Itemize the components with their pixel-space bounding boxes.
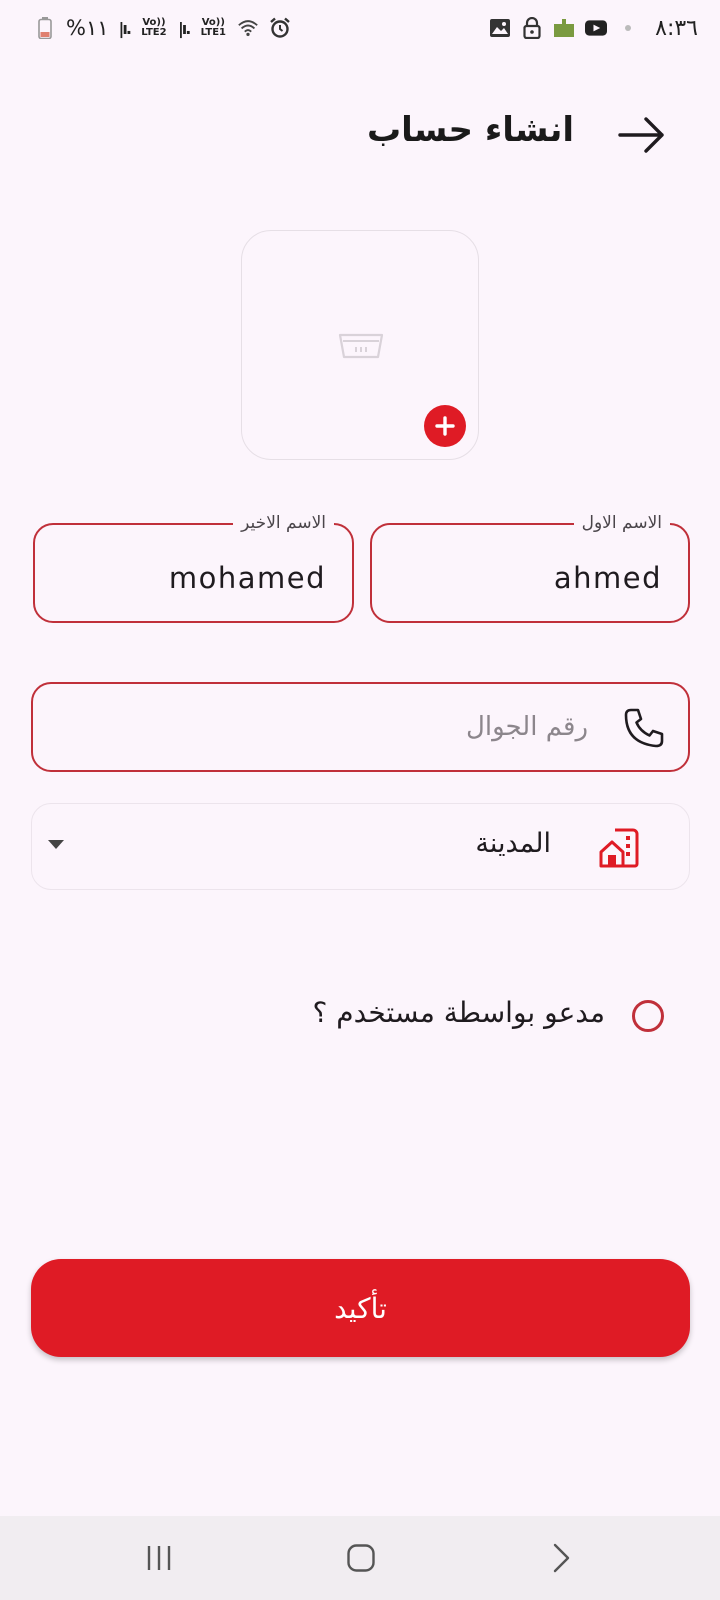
phone-field[interactable]: رقم الجوال (31, 682, 690, 772)
sim1-label: Vo)) LTE2 (141, 17, 167, 38)
app-notification-icon (553, 18, 575, 38)
invited-label: مدعو بواسطة مستخدم ؟ (312, 996, 605, 1029)
nav-back-button[interactable] (536, 1536, 586, 1580)
first-name-field[interactable]: الاسم الاول ahmed (370, 512, 690, 623)
chevron-down-icon (48, 840, 64, 849)
wifi-icon (237, 18, 259, 38)
last-name-field[interactable]: الاسم الاخير mohamed (33, 512, 354, 623)
phone-icon (624, 708, 664, 748)
signal-icon: |ı. (177, 18, 191, 38)
confirm-button[interactable]: تأكيد (31, 1259, 690, 1357)
add-photo-button[interactable] (424, 405, 466, 447)
page-title: انشاء حساب (366, 110, 574, 150)
phone-placeholder: رقم الجوال (465, 712, 588, 742)
first-name-value[interactable]: ahmed (554, 561, 662, 595)
last-name-label: الاسم الاخير (233, 512, 334, 534)
arrow-right-icon (618, 117, 664, 153)
lock-icon (521, 17, 543, 39)
plus-icon (435, 416, 455, 436)
battery-icon (34, 17, 56, 39)
basket-icon (338, 333, 384, 359)
sim2-label: Vo)) LTE1 (200, 17, 226, 38)
recents-icon (147, 1546, 171, 1570)
invited-radio[interactable] (632, 1000, 664, 1032)
status-bar-left: %١١ |ı. Vo)) LTE2 |ı. Vo)) LTE1 (34, 16, 291, 40)
battery-percent: %١١ (66, 16, 109, 40)
city-dropdown[interactable]: المدينة (31, 803, 690, 890)
status-bar: %١١ |ı. Vo)) LTE2 |ı. Vo)) LTE1 ٨:٣٦ (0, 0, 720, 56)
back-button[interactable] (614, 112, 670, 158)
image-picker[interactable] (241, 230, 479, 460)
gallery-icon (489, 18, 511, 38)
status-bar-right: ٨:٣٦ (489, 16, 698, 41)
signal-icon: |ı. (118, 18, 132, 38)
chevron-right-icon (553, 1543, 570, 1573)
header: انشاء حساب (0, 100, 720, 170)
invited-by-user-option[interactable]: مدعو بواسطة مستخدم ؟ (0, 990, 720, 1040)
youtube-icon (585, 18, 608, 38)
last-name-value[interactable]: mohamed (169, 561, 326, 595)
first-name-label: الاسم الاول (573, 512, 670, 534)
system-nav-bar (0, 1516, 720, 1600)
home-icon (347, 1544, 375, 1572)
status-time: ٨:٣٦ (655, 15, 698, 41)
city-buildings-icon (599, 828, 639, 868)
home-button[interactable] (336, 1536, 386, 1580)
dot-icon (617, 18, 639, 38)
city-value: المدينة (475, 828, 551, 859)
alarm-icon (269, 17, 291, 38)
recent-apps-button[interactable] (134, 1536, 184, 1580)
